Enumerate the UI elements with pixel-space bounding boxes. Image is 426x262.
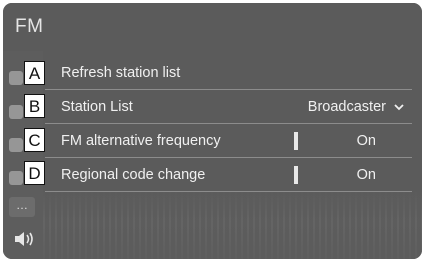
toggle-value[interactable]: On [357, 133, 376, 149]
volume-icon[interactable] [13, 229, 37, 249]
row-refresh-station-list[interactable]: Refresh station list [45, 56, 412, 90]
toggle-value[interactable]: On [357, 167, 376, 183]
header-bar: FM [3, 3, 422, 51]
more-icon: … [16, 198, 28, 212]
settings-list: Refresh station list Station List Broadc… [45, 51, 412, 259]
chevron-down-icon [394, 104, 404, 111]
dropdown-value: Broadcaster [307, 99, 386, 115]
row-label: Station List [61, 99, 133, 115]
row-station-list[interactable]: Station List Broadcaster [45, 90, 412, 124]
row-label: Refresh station list [61, 65, 181, 81]
row-fm-alternative-frequency[interactable]: FM alternative frequency On [45, 124, 412, 158]
callout-badge-b: B [24, 94, 45, 118]
head-unit-screen: FM Refresh station list Station List Bro… [3, 3, 422, 259]
callout-badge-d: D [24, 161, 45, 185]
callout-badge-a: A [24, 61, 45, 85]
list-icon[interactable] [9, 138, 23, 152]
toggle-indicator [294, 132, 298, 150]
settings-icon[interactable] [9, 171, 23, 185]
more-button[interactable]: … [9, 197, 35, 217]
row-label: Regional code change [61, 167, 206, 183]
page-title: FM [15, 16, 44, 37]
row-regional-code-change[interactable]: Regional code change On [45, 158, 412, 192]
row-label: FM alternative frequency [61, 133, 221, 149]
station-list-dropdown[interactable]: Broadcaster [308, 99, 404, 115]
toggle-indicator [294, 166, 298, 184]
source-icon[interactable] [9, 71, 23, 85]
media-icon[interactable] [9, 105, 23, 119]
callout-badge-c: C [24, 128, 45, 152]
